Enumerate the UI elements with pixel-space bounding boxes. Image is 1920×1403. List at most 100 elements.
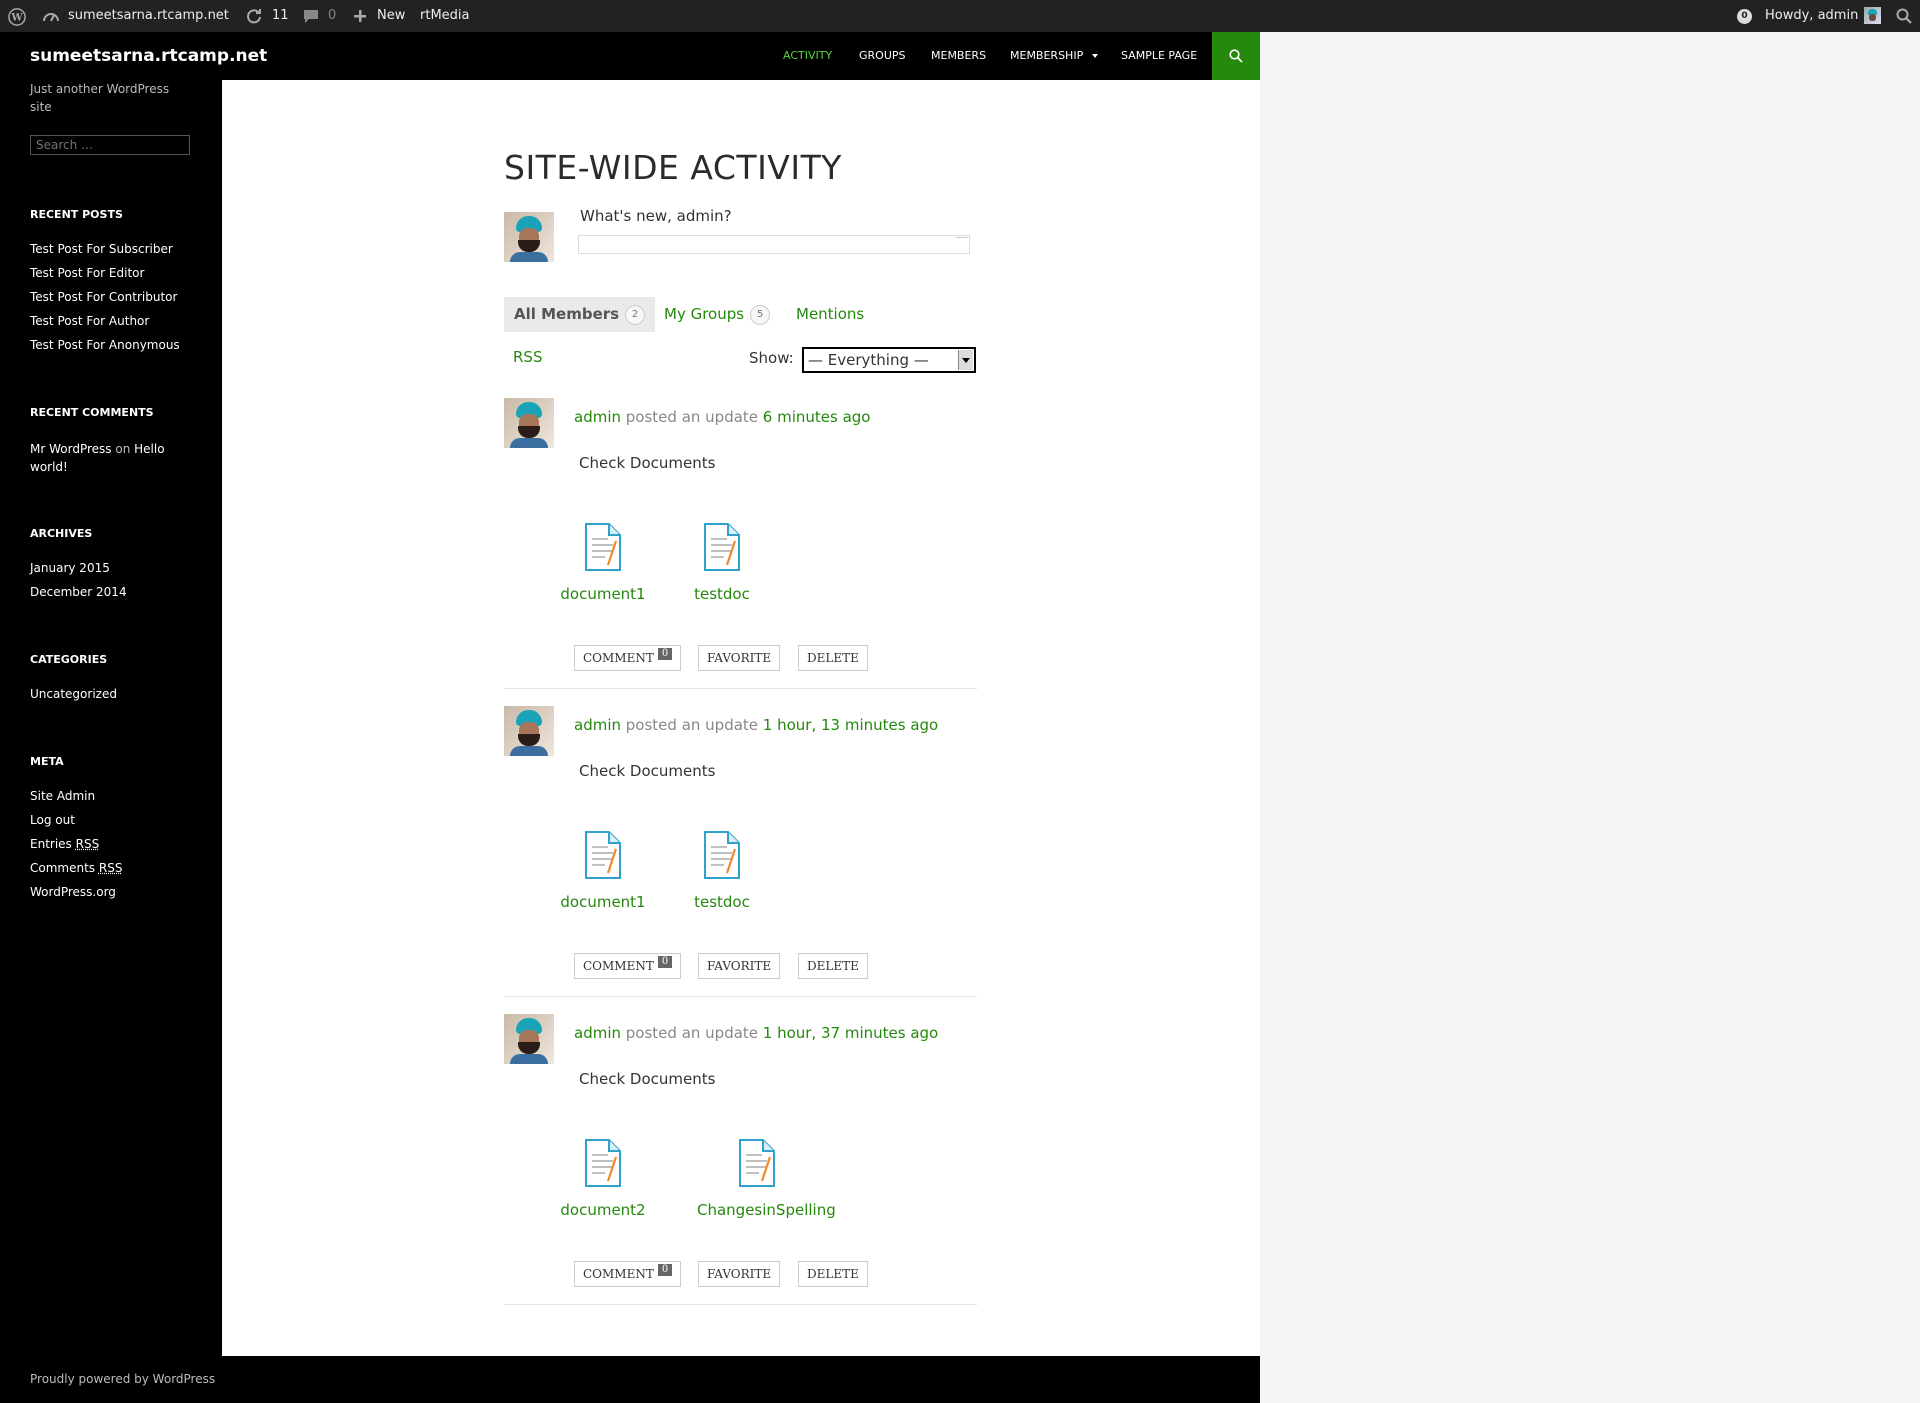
comment-label: Comment: [583, 959, 654, 973]
activity-item: admin posted an update 1 hour, 37 minute…: [504, 1014, 977, 1305]
site-tagline: Just another WordPress site: [30, 82, 170, 114]
dashboard-icon[interactable]: [43, 9, 59, 23]
whats-new-textarea[interactable]: [578, 235, 970, 254]
wordpress-icon[interactable]: W: [8, 8, 26, 26]
rss-feed-link[interactable]: RSS: [513, 348, 542, 366]
whats-new-label: What's new, admin?: [580, 207, 732, 225]
comment-button[interactable]: Comment 0: [574, 645, 682, 671]
tab-my-groups[interactable]: My Groups 5: [664, 297, 771, 332]
document-icon: [739, 1139, 775, 1187]
delete-button[interactable]: Delete: [798, 645, 868, 671]
comments-count[interactable]: 0: [328, 0, 336, 32]
comment-label: Comment: [583, 1267, 654, 1281]
search-icon: [1229, 49, 1243, 63]
comment-post-link-cont[interactable]: world!: [30, 460, 68, 474]
updates-icon[interactable]: [246, 8, 262, 24]
dropdown-arrow-icon[interactable]: [958, 350, 973, 370]
comment-button[interactable]: Comment 0: [574, 953, 682, 979]
activity-time-link[interactable]: 1 hour, 13 minutes ago: [763, 716, 938, 734]
wordpress-org-link[interactable]: WordPress.org: [30, 885, 116, 899]
meta-title: Meta: [30, 755, 64, 768]
recent-post-link[interactable]: Test Post For Contributor: [30, 290, 177, 304]
tab-label: My Groups: [664, 305, 745, 323]
nav-activity[interactable]: Activity: [783, 32, 832, 80]
favorite-button[interactable]: Favorite: [698, 1261, 781, 1287]
site-header: sumeetsarna.rtcamp.net Activity Groups M…: [0, 32, 1260, 80]
activity-filter-select[interactable]: — Everything —: [802, 347, 976, 373]
activity-header: admin posted an update 1 hour, 13 minute…: [574, 716, 938, 734]
adminbar-site-name[interactable]: sumeetsarna.rtcamp.net: [68, 0, 229, 32]
document-icon: [585, 1139, 621, 1187]
activity-header: admin posted an update 6 minutes ago: [574, 408, 871, 426]
comment-on-text: on: [115, 442, 131, 456]
comments-icon[interactable]: [303, 9, 319, 24]
entries-label: Entries: [30, 837, 72, 851]
recent-post-link[interactable]: Test Post For Anonymous: [30, 338, 180, 352]
entries-rss-link[interactable]: Entries RSS: [30, 837, 99, 851]
document-name[interactable]: document1: [543, 585, 663, 603]
comment-count-badge: 0: [657, 648, 673, 660]
caret-down-icon: [1091, 54, 1098, 58]
activity-item: admin posted an update 6 minutes ago Che…: [504, 398, 977, 689]
comments-rss-link[interactable]: Comments RSS: [30, 861, 122, 875]
archive-link[interactable]: January 2015: [30, 561, 110, 575]
sidebar-search-input[interactable]: [30, 135, 190, 155]
activity-user-link[interactable]: admin: [574, 408, 621, 426]
svg-text:W: W: [10, 13, 23, 24]
tab-label: All Members: [514, 305, 620, 323]
user-avatar[interactable]: [504, 706, 554, 756]
recent-post-link[interactable]: Test Post For Author: [30, 314, 149, 328]
comments-label: Comments: [30, 861, 96, 875]
user-avatar[interactable]: [504, 1014, 554, 1064]
page-title: Site-Wide Activity: [504, 148, 842, 187]
archive-link[interactable]: December 2014: [30, 585, 127, 599]
search-icon[interactable]: [1896, 8, 1912, 24]
search-toggle-button[interactable]: [1212, 32, 1260, 80]
recent-post-link[interactable]: Test Post For Editor: [30, 266, 144, 280]
recent-comments-title: Recent Comments: [30, 406, 154, 419]
new-menu[interactable]: New: [377, 0, 405, 32]
notifications-badge[interactable]: 0: [1737, 9, 1752, 24]
comment-label: Comment: [583, 651, 654, 665]
current-user-avatar[interactable]: [504, 212, 554, 262]
count-badge: 2: [625, 304, 646, 325]
footer-credit-link[interactable]: Proudly powered by WordPress: [30, 1356, 215, 1403]
textarea-resize-grip[interactable]: [956, 237, 968, 240]
comment-author-link[interactable]: Mr WordPress: [30, 442, 112, 456]
plus-icon[interactable]: [354, 10, 366, 22]
nav-groups[interactable]: Groups: [859, 32, 906, 80]
document-name[interactable]: document1: [543, 893, 663, 911]
user-avatar[interactable]: [504, 398, 554, 448]
activity-user-link[interactable]: admin: [574, 716, 621, 734]
activity-time-link[interactable]: 6 minutes ago: [763, 408, 871, 426]
document-icon: [704, 831, 740, 879]
admin-bar: W sumeetsarna.rtcamp.net 11 0 New rtMedi…: [0, 0, 1920, 32]
favorite-button[interactable]: Favorite: [698, 953, 781, 979]
adminbar-avatar[interactable]: [1864, 7, 1881, 24]
nav-members[interactable]: Members: [931, 32, 986, 80]
howdy-user[interactable]: Howdy, admin: [1765, 0, 1858, 32]
updates-count[interactable]: 11: [272, 0, 289, 32]
nav-sample-page[interactable]: Sample Page: [1121, 32, 1197, 80]
delete-button[interactable]: Delete: [798, 1261, 868, 1287]
activity-user-link[interactable]: admin: [574, 1024, 621, 1042]
tab-all-members[interactable]: All Members 2: [504, 297, 656, 332]
document-name[interactable]: testdoc: [662, 585, 782, 603]
favorite-button[interactable]: Favorite: [698, 645, 781, 671]
comment-post-link[interactable]: Hello: [134, 442, 164, 456]
log-out-link[interactable]: Log out: [30, 813, 75, 827]
comment-button[interactable]: Comment 0: [574, 1261, 682, 1287]
site-title[interactable]: sumeetsarna.rtcamp.net: [30, 32, 267, 80]
activity-action: posted an update: [625, 408, 759, 426]
activity-time-link[interactable]: 1 hour, 37 minutes ago: [763, 1024, 938, 1042]
tab-mentions[interactable]: Mentions: [796, 297, 864, 332]
nav-membership[interactable]: Membership: [1010, 32, 1098, 80]
document-name[interactable]: ChangesinSpelling: [697, 1201, 836, 1219]
document-name[interactable]: document2: [543, 1201, 663, 1219]
category-link[interactable]: Uncategorized: [30, 687, 117, 701]
site-admin-link[interactable]: Site Admin: [30, 789, 95, 803]
document-name[interactable]: testdoc: [662, 893, 782, 911]
rtmedia-menu[interactable]: rtMedia: [420, 0, 470, 32]
delete-button[interactable]: Delete: [798, 953, 868, 979]
recent-post-link[interactable]: Test Post For Subscriber: [30, 242, 173, 256]
